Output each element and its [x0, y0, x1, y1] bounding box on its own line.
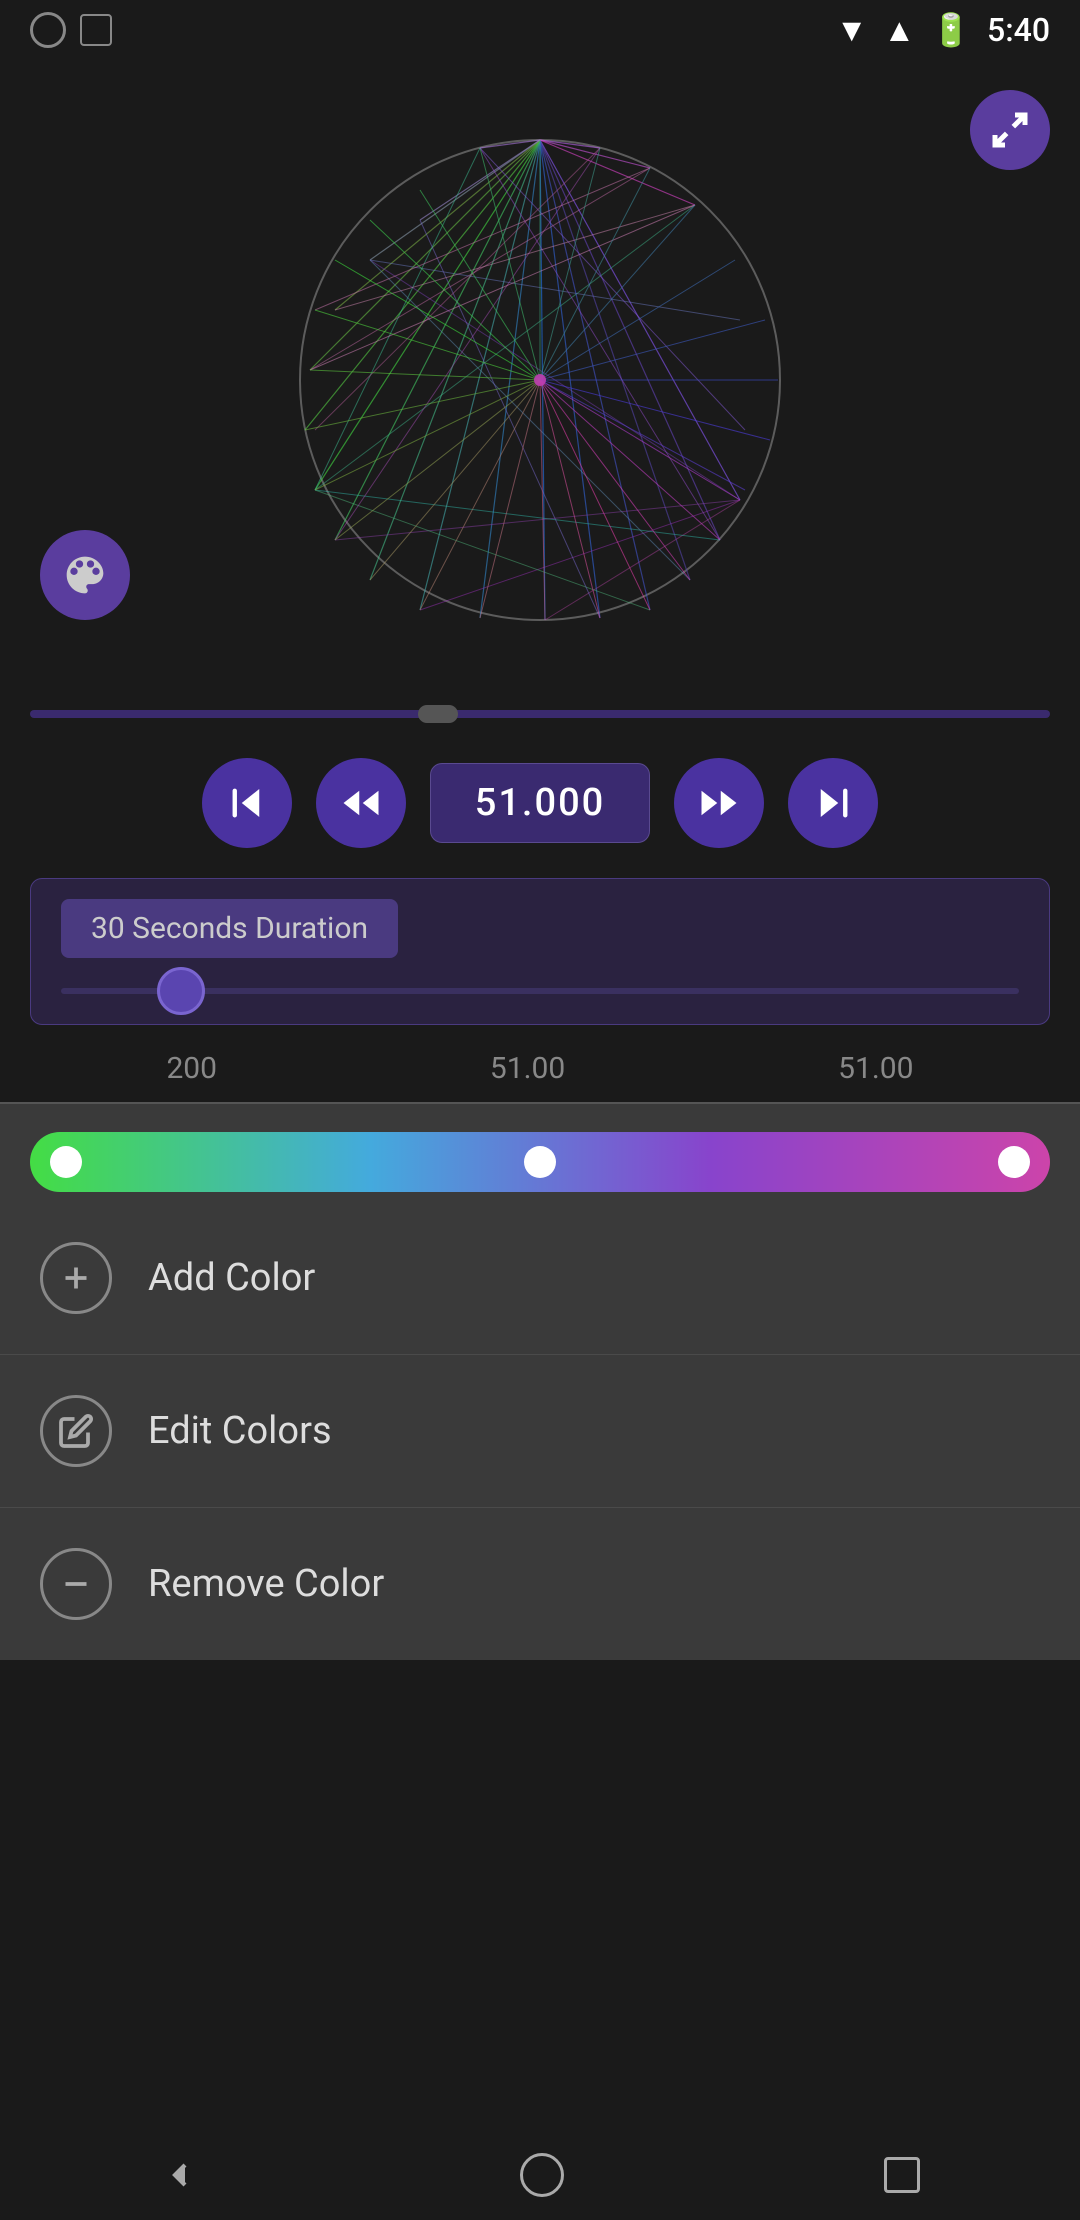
- clock: 5:40: [987, 11, 1050, 49]
- progress-thumb[interactable]: [418, 705, 458, 723]
- recent-icon: [884, 2157, 920, 2193]
- edit-colors-button[interactable]: [40, 1395, 112, 1467]
- battery-icon: 🔋: [931, 11, 971, 49]
- fullscreen-button[interactable]: [970, 90, 1050, 170]
- gradient-bar[interactable]: [30, 1132, 1050, 1192]
- controls-row: 51.000: [0, 738, 1080, 868]
- visualization-area: /* rendered via direct SVG below */: [0, 60, 1080, 700]
- edit-colors-label: Edit Colors: [148, 1409, 332, 1453]
- skip-back-icon: [226, 782, 268, 824]
- plus-icon: [58, 1260, 94, 1296]
- rewind-button[interactable]: [316, 758, 406, 848]
- edit-icon: [58, 1413, 94, 1449]
- signal-icon: ▲: [883, 11, 915, 49]
- fullscreen-icon: [990, 110, 1030, 150]
- value-right: 51.00: [838, 1051, 913, 1086]
- status-square-icon: [80, 14, 112, 46]
- spiral-svg: /* rendered via direct SVG below */: [280, 120, 800, 640]
- add-color-button[interactable]: [40, 1242, 112, 1314]
- palette-icon: [63, 553, 107, 597]
- remove-color-item[interactable]: Remove Color: [0, 1508, 1080, 1660]
- skip-forward-icon: [812, 782, 854, 824]
- navigation-bar: [0, 2130, 1080, 2220]
- values-row: 200 51.00 51.00: [0, 1035, 1080, 1102]
- value-left: 200: [166, 1051, 217, 1086]
- value-center: 51.00: [490, 1051, 565, 1086]
- remove-color-label: Remove Color: [148, 1562, 384, 1606]
- add-color-label: Add Color: [148, 1256, 315, 1300]
- duration-thumb[interactable]: [157, 967, 205, 1015]
- fast-forward-icon: [698, 782, 740, 824]
- home-icon: [520, 2153, 564, 2197]
- palette-button[interactable]: [40, 530, 130, 620]
- duration-track[interactable]: [61, 988, 1019, 994]
- gradient-thumb-right[interactable]: [998, 1146, 1030, 1178]
- time-value: 51.000: [475, 781, 606, 825]
- add-color-item[interactable]: Add Color: [0, 1202, 1080, 1355]
- skip-back-button[interactable]: [202, 758, 292, 848]
- progress-area: [0, 710, 1080, 718]
- gradient-bar-container: [0, 1104, 1080, 1202]
- status-right: ▼ ▲ 🔋 5:40: [836, 11, 1050, 49]
- duration-panel: 30 Seconds Duration: [30, 878, 1050, 1025]
- color-panel: Add Color Edit Colors Remove Color: [0, 1102, 1080, 1660]
- back-icon: [160, 2155, 200, 2195]
- home-button[interactable]: [520, 2153, 564, 2197]
- remove-color-button[interactable]: [40, 1548, 112, 1620]
- spiral-visualization: /* rendered via direct SVG below */: [280, 120, 800, 640]
- wifi-icon: ▼: [836, 11, 868, 49]
- fast-forward-button[interactable]: [674, 758, 764, 848]
- status-circle-icon: [30, 12, 66, 48]
- time-display: 51.000: [430, 763, 650, 843]
- edit-colors-item[interactable]: Edit Colors: [0, 1355, 1080, 1508]
- back-button[interactable]: [160, 2155, 200, 2195]
- rewind-icon: [340, 782, 382, 824]
- minus-icon: [58, 1566, 94, 1602]
- skip-forward-button[interactable]: [788, 758, 878, 848]
- gradient-thumb-left[interactable]: [50, 1146, 82, 1178]
- gradient-thumb-mid[interactable]: [524, 1146, 556, 1178]
- progress-track[interactable]: [30, 710, 1050, 718]
- duration-label: 30 Seconds Duration: [61, 899, 398, 958]
- status-bar: ▼ ▲ 🔋 5:40: [0, 0, 1080, 60]
- recent-button[interactable]: [884, 2157, 920, 2193]
- status-left: [30, 12, 112, 48]
